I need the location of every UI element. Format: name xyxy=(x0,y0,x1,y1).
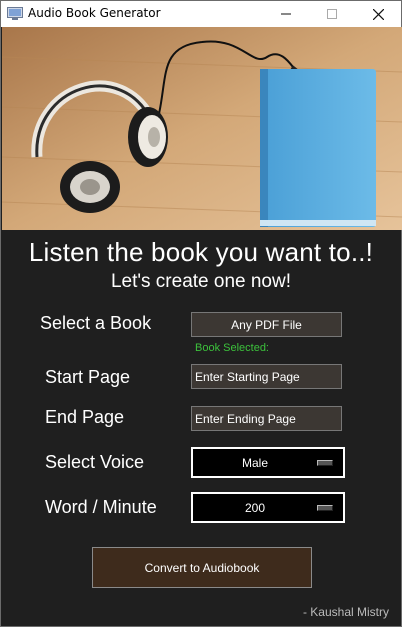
hero-image xyxy=(2,27,402,230)
select-book-label: Select a Book xyxy=(40,313,152,333)
app-icon xyxy=(7,7,23,20)
book-selected-status: Book Selected: xyxy=(195,342,269,354)
author-credit: - Kaushal Mistry xyxy=(302,605,389,619)
maximize-icon xyxy=(327,9,337,19)
end-page-field[interactable] xyxy=(191,406,342,431)
start-page-field[interactable] xyxy=(191,364,342,389)
maximize-button[interactable] xyxy=(309,1,355,27)
start-page-label: Start Page xyxy=(45,367,131,387)
close-button[interactable] xyxy=(355,1,401,27)
end-page-label: End Page xyxy=(45,407,125,427)
minimize-icon xyxy=(281,13,291,15)
window-title: Audio Book Generator xyxy=(28,6,161,20)
title-bar[interactable]: Audio Book Generator xyxy=(1,1,401,27)
headline-text: Listen the book you want to..! xyxy=(28,237,374,267)
headphones-book-illustration xyxy=(2,27,402,230)
end-page-input[interactable] xyxy=(195,411,341,426)
select-pdf-button[interactable]: Any PDF File xyxy=(191,312,342,337)
close-icon xyxy=(372,8,384,20)
rate-select[interactable]: 200 xyxy=(191,492,345,523)
word-per-minute-label: Word / Minute xyxy=(45,497,157,517)
convert-button[interactable]: Convert to Audiobook xyxy=(92,547,312,588)
rate-selected-value: 200 xyxy=(244,500,266,515)
select-voice-label: Select Voice xyxy=(45,452,145,472)
minimize-button[interactable] xyxy=(263,1,309,27)
dropdown-indicator-icon xyxy=(317,505,333,511)
subheadline-text: Let's create one now! xyxy=(110,271,292,292)
voice-selected-value: Male xyxy=(241,455,268,470)
dropdown-indicator-icon xyxy=(317,460,333,466)
app-window: Audio Book Generator Listen the book you… xyxy=(0,0,402,627)
voice-select[interactable]: Male xyxy=(191,447,345,478)
start-page-input[interactable] xyxy=(195,369,341,384)
